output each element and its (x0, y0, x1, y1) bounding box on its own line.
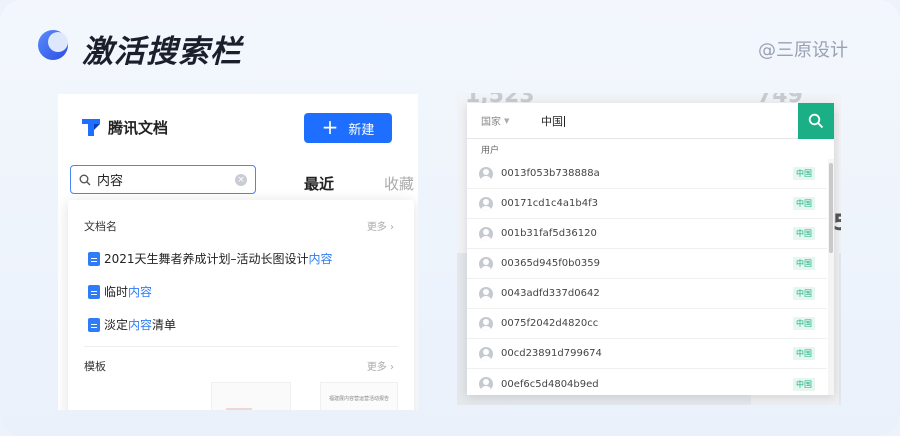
page-title: 激活搜索栏 (82, 34, 242, 70)
user-id: 00171cd1c4a1b4f3 (501, 198, 598, 209)
list-item[interactable]: 0043adfd337d0642 中国 (467, 279, 827, 309)
list-item[interactable]: 0075f2042d4820cc 中国 (467, 309, 827, 339)
country-tag: 中国 (793, 317, 815, 330)
doc-result-item[interactable]: 2021天生舞者养成计划–活动长图设计 内容 (88, 250, 333, 267)
country-search-screenshot: 1,523 749 5 国家 ▼ 中国 用户 0013f053b738888a … (457, 93, 841, 405)
docs-more-link[interactable]: 更多 › (367, 218, 394, 233)
tencent-docs-logo-icon (82, 119, 100, 136)
country-tag: 中国 (793, 227, 815, 240)
country-tag: 中国 (793, 197, 815, 210)
author-credit: @三原设计 (758, 40, 848, 61)
tencent-docs-brand[interactable]: 腾讯文档 (80, 116, 168, 138)
docs-section-title: 文档名 (84, 220, 117, 233)
clear-icon[interactable]: × (235, 173, 247, 186)
list-item[interactable]: 00cd23891d799674 中国 (467, 339, 827, 369)
avatar-icon (479, 316, 493, 331)
list-item[interactable]: 00365d945f0b0359 中国 (467, 249, 827, 279)
search-icon (79, 174, 91, 185)
country-tag: 中国 (793, 167, 815, 180)
plus-icon: + (321, 115, 339, 139)
brand-name: 腾讯文档 (108, 118, 169, 137)
text-cursor (564, 116, 565, 127)
background-number: 5 (833, 211, 841, 236)
user-id: 00ef6c5d4804b9ed (501, 378, 599, 390)
templates-section-title: 模板 (84, 360, 106, 373)
list-item[interactable]: 00171cd1c4a1b4f3 中国 (467, 189, 827, 219)
divider (84, 346, 398, 347)
doc-result-item[interactable]: 淡定 内容 清单 (88, 316, 176, 333)
new-button-label: 新建 (348, 122, 375, 138)
search-icon (808, 113, 824, 129)
group-label: 用户 (481, 146, 500, 156)
doc-title-part: 2021天生舞者养成计划–活动长图设计 (104, 252, 309, 266)
search-dropdown-panel: 国家 ▼ 中国 用户 0013f053b738888a 中国 00171cd1c… (467, 103, 834, 395)
user-id: 00cd23891d799674 (501, 348, 602, 359)
country-tag: 中国 (793, 287, 815, 300)
avatar-icon (479, 256, 493, 271)
template-thumbnail[interactable]: 福建展内容营运营活动报告 (320, 382, 398, 410)
doc-title-part: 清单 (152, 318, 177, 332)
field-select[interactable]: 国家 ▼ (481, 113, 529, 129)
avatar-icon (479, 226, 493, 241)
search-button[interactable] (798, 103, 834, 139)
avatar-icon (479, 346, 493, 361)
new-button[interactable]: + 新建 (304, 113, 392, 143)
user-id: 001b31faf5d36120 (501, 228, 597, 239)
search-value: 内容 (97, 174, 124, 189)
templates-more-link[interactable]: 更多 › (367, 358, 394, 373)
doc-title-highlight: 内容 (308, 252, 333, 266)
field-select-label: 国家 (481, 117, 501, 128)
template-caption: 福建展内容营运营活动报告 (329, 396, 390, 402)
search-suggestions-dropdown: 文档名 更多 › 2021天生舞者养成计划–活动长图设计 内容 临时 内容 淡定 内容… (68, 200, 414, 410)
doc-title-highlight: 内容 (128, 285, 153, 299)
avatar-icon (479, 196, 493, 211)
list-item[interactable]: 001b31faf5d36120 中国 (467, 219, 827, 249)
template-thumbnail[interactable] (211, 382, 291, 410)
title-logo-icon (38, 30, 68, 60)
user-id: 00365d945f0b0359 (501, 258, 600, 269)
tab-favorites[interactable]: 收藏 (384, 173, 414, 194)
doc-result-item[interactable]: 临时 内容 (88, 283, 152, 300)
list-item[interactable]: 0013f053b738888a 中国 (467, 159, 827, 189)
tencent-docs-screenshot: 腾讯文档 + 新建 内容 × 最近 收藏 文档名 更多 › 2021天生舞者养成… (58, 94, 418, 410)
doc-title-part: 淡定 (104, 318, 129, 332)
list-item[interactable]: 00ef6c5d4804b9ed 中国 (467, 369, 827, 399)
avatar-icon (479, 166, 493, 181)
chevron-down-icon: ▼ (504, 116, 510, 125)
search-input[interactable]: 内容 × (70, 165, 256, 194)
doc-title-part: 临时 (104, 285, 129, 299)
showcase-card: 激活搜索栏 @三原设计 腾讯文档 + 新建 内容 × 最近 收藏 文档名 更多 (0, 0, 900, 436)
doc-file-icon (88, 251, 100, 266)
template-preview-graphic (226, 408, 252, 410)
country-tag: 中国 (793, 377, 815, 391)
doc-title-highlight: 内容 (128, 318, 153, 332)
search-bar: 国家 ▼ 中国 (467, 103, 834, 139)
doc-file-icon (88, 317, 100, 332)
user-id: 0075f2042d4820cc (501, 318, 599, 329)
user-id: 0013f053b738888a (501, 168, 600, 179)
search-input[interactable]: 中国 (541, 113, 834, 129)
scrollbar-thumb[interactable] (829, 163, 833, 253)
user-id: 0043adfd337d0642 (501, 288, 600, 299)
country-tag: 中国 (793, 257, 815, 270)
country-tag: 中国 (793, 347, 815, 360)
doc-file-icon (88, 284, 100, 299)
tab-recent[interactable]: 最近 (304, 173, 334, 194)
search-input-value: 中国 (541, 114, 563, 128)
avatar-icon (479, 377, 493, 391)
avatar-icon (479, 286, 493, 301)
